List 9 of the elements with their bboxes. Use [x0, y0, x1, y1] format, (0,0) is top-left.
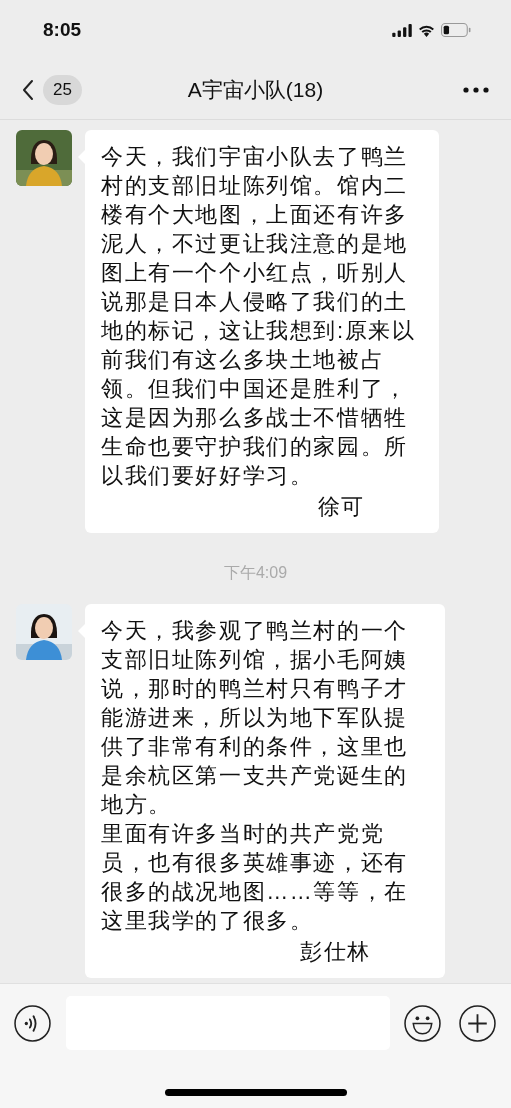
- message-text: 今天，我参观了鸭兰村的一个支部旧址陈列馆，据小毛阿姨说，那时的鸭兰村只有鸭子才能游进来，所以为地下军队提供了非常有利的条件，这里也是余杭区第一支共产党诞生的地方。: [101, 617, 409, 819]
- message-text: 今天，我们宇宙小队去了鸭兰村的支部旧址陈列馆。馆内二楼有个大地图，上面还有许多泥人，不过更让我注意的是地图上有一个个小红点，听别人说那是日本人侵略了我们的土地的标记，这让我想到:原来以前我们有这么多块土地被占领。但我们中国还是胜利了，这是因为那么多战士不惜牺牲生命也要守护我们的家园。所以我们要好好学习。: [101, 143, 417, 490]
- unread-count[interactable]: 25: [43, 74, 82, 105]
- message-text: 里面有许多当时的共产党党员，也有很多英雄事迹，还有很多的战况地图……等等，在这里我学的了很多。: [101, 820, 409, 935]
- chat-title: A宇宙小队(18): [187, 76, 324, 103]
- signature-text: 徐可: [316, 493, 366, 521]
- timestamp: 下午4:09: [223, 563, 288, 583]
- status-time: 8:05: [43, 19, 82, 41]
- signature-text: 彭仕林: [299, 938, 372, 966]
